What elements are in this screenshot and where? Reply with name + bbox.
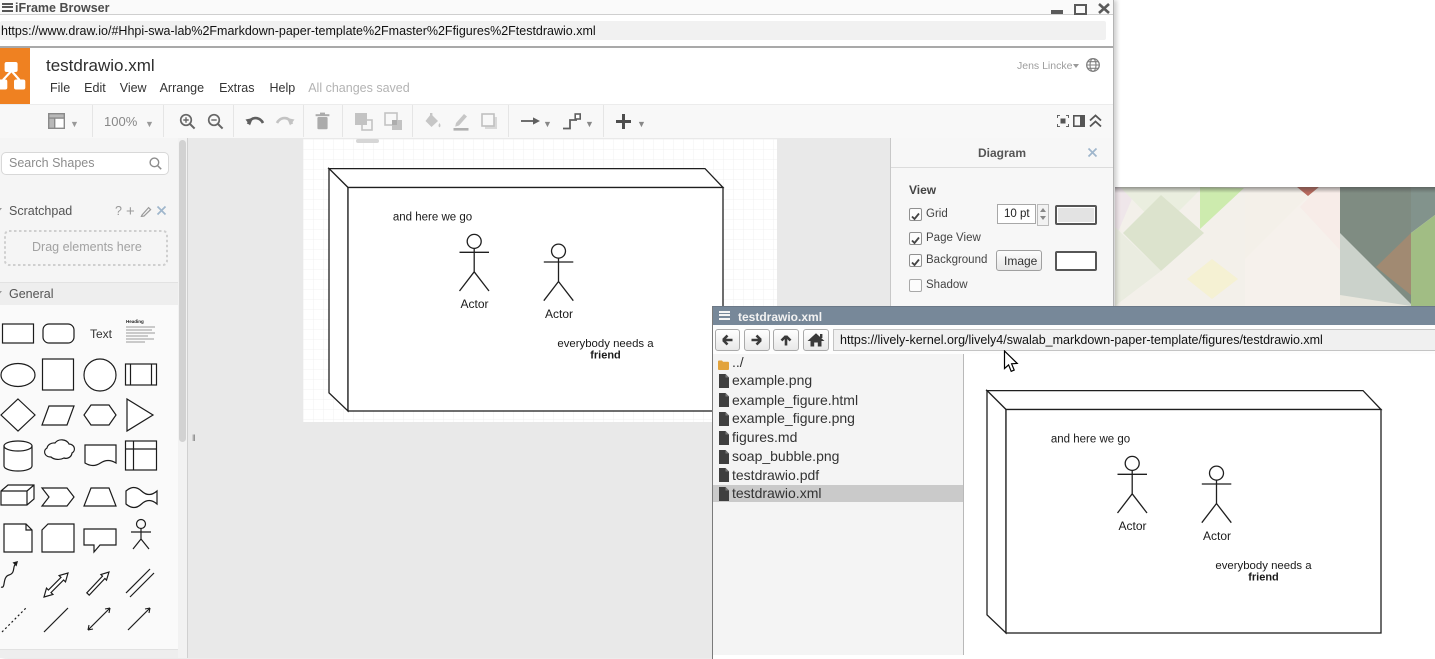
svg-text:Text: Text — [90, 327, 113, 341]
svg-text:Heading: Heading — [126, 319, 144, 324]
